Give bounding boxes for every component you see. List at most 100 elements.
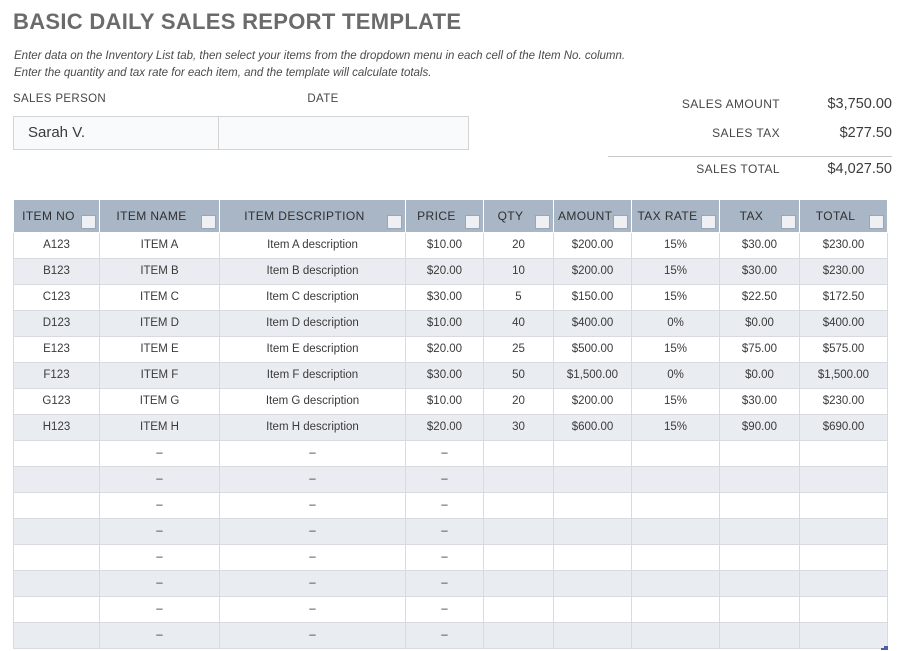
cell-tax[interactable] <box>720 518 800 544</box>
cell-price[interactable]: – <box>406 440 484 466</box>
cell-item-description[interactable]: – <box>220 622 406 648</box>
cell-qty[interactable] <box>484 518 554 544</box>
cell-item-no[interactable]: F123 <box>14 362 100 388</box>
cell-item-description[interactable]: Item B description <box>220 258 406 284</box>
cell-price[interactable]: $20.00 <box>406 414 484 440</box>
cell-total[interactable]: $230.00 <box>800 388 888 414</box>
cell-item-description[interactable]: – <box>220 518 406 544</box>
cell-price[interactable]: – <box>406 518 484 544</box>
cell-item-no[interactable]: E123 <box>14 336 100 362</box>
cell-qty[interactable]: 5 <box>484 284 554 310</box>
cell-item-name[interactable]: – <box>100 570 220 596</box>
cell-item-description[interactable]: Item D description <box>220 310 406 336</box>
cell-item-description[interactable]: – <box>220 544 406 570</box>
cell-qty[interactable]: 30 <box>484 414 554 440</box>
cell-tax-rate[interactable]: 0% <box>632 310 720 336</box>
cell-amount[interactable] <box>554 492 632 518</box>
cell-amount[interactable]: $200.00 <box>554 388 632 414</box>
cell-tax-rate[interactable] <box>632 544 720 570</box>
cell-qty[interactable] <box>484 622 554 648</box>
cell-item-description[interactable]: – <box>220 440 406 466</box>
cell-price[interactable]: – <box>406 570 484 596</box>
cell-qty[interactable]: 10 <box>484 258 554 284</box>
cell-total[interactable] <box>800 492 888 518</box>
cell-tax-rate[interactable]: 15% <box>632 414 720 440</box>
cell-amount[interactable]: $400.00 <box>554 310 632 336</box>
cell-tax[interactable] <box>720 440 800 466</box>
cell-total[interactable]: $1,500.00 <box>800 362 888 388</box>
cell-tax[interactable]: $90.00 <box>720 414 800 440</box>
cell-tax-rate[interactable]: 15% <box>632 232 720 258</box>
filter-chevron-down-icon[interactable] <box>81 215 96 229</box>
cell-item-no[interactable]: A123 <box>14 232 100 258</box>
cell-item-description[interactable]: – <box>220 596 406 622</box>
cell-amount[interactable] <box>554 440 632 466</box>
column-header-tax[interactable]: TAX <box>720 199 800 232</box>
cell-tax-rate[interactable] <box>632 622 720 648</box>
cell-qty[interactable] <box>484 596 554 622</box>
cell-price[interactable]: – <box>406 622 484 648</box>
cell-total[interactable] <box>800 570 888 596</box>
sales-person-input[interactable]: Sarah V. <box>14 117 219 149</box>
cell-item-no[interactable] <box>14 466 100 492</box>
column-header-item-no[interactable]: ITEM NO <box>14 199 100 232</box>
filter-chevron-down-icon[interactable] <box>535 215 550 229</box>
column-header-price[interactable]: PRICE <box>406 199 484 232</box>
cell-item-description[interactable]: – <box>220 570 406 596</box>
cell-item-description[interactable]: Item F description <box>220 362 406 388</box>
column-header-item-name[interactable]: ITEM NAME <box>100 199 220 232</box>
cell-item-description[interactable]: – <box>220 492 406 518</box>
cell-item-description[interactable]: Item H description <box>220 414 406 440</box>
cell-item-name[interactable]: – <box>100 440 220 466</box>
cell-item-no[interactable] <box>14 518 100 544</box>
cell-qty[interactable] <box>484 440 554 466</box>
cell-amount[interactable] <box>554 466 632 492</box>
cell-price[interactable]: – <box>406 466 484 492</box>
cell-item-no[interactable] <box>14 570 100 596</box>
cell-total[interactable]: $690.00 <box>800 414 888 440</box>
column-header-amount[interactable]: AMOUNT <box>554 199 632 232</box>
cell-item-no[interactable] <box>14 440 100 466</box>
cell-qty[interactable]: 20 <box>484 232 554 258</box>
cell-item-description[interactable]: Item G description <box>220 388 406 414</box>
cell-item-no[interactable] <box>14 622 100 648</box>
cell-qty[interactable]: 40 <box>484 310 554 336</box>
cell-tax[interactable] <box>720 596 800 622</box>
cell-tax-rate[interactable]: 0% <box>632 362 720 388</box>
cell-item-name[interactable]: – <box>100 622 220 648</box>
cell-item-no[interactable] <box>14 492 100 518</box>
column-header-total[interactable]: TOTAL <box>800 199 888 232</box>
cell-total[interactable]: $230.00 <box>800 258 888 284</box>
cell-tax[interactable]: $0.00 <box>720 310 800 336</box>
cell-price[interactable]: – <box>406 596 484 622</box>
cell-tax[interactable]: $75.00 <box>720 336 800 362</box>
column-header-tax-rate[interactable]: TAX RATE <box>632 199 720 232</box>
cell-item-description[interactable]: Item E description <box>220 336 406 362</box>
filter-chevron-down-icon[interactable] <box>701 215 716 229</box>
cell-qty[interactable]: 50 <box>484 362 554 388</box>
cell-item-description[interactable]: Item A description <box>220 232 406 258</box>
cell-amount[interactable] <box>554 518 632 544</box>
cell-amount[interactable] <box>554 570 632 596</box>
cell-price[interactable]: $20.00 <box>406 258 484 284</box>
cell-qty[interactable] <box>484 570 554 596</box>
cell-price[interactable]: – <box>406 492 484 518</box>
cell-tax[interactable] <box>720 570 800 596</box>
column-header-item-description[interactable]: ITEM DESCRIPTION <box>220 199 406 232</box>
cell-item-no[interactable]: B123 <box>14 258 100 284</box>
filter-chevron-down-icon[interactable] <box>781 215 796 229</box>
cell-tax[interactable] <box>720 466 800 492</box>
cell-tax[interactable]: $30.00 <box>720 232 800 258</box>
cell-tax[interactable]: $0.00 <box>720 362 800 388</box>
cell-amount[interactable]: $1,500.00 <box>554 362 632 388</box>
cell-price[interactable]: $30.00 <box>406 362 484 388</box>
cell-item-no[interactable]: G123 <box>14 388 100 414</box>
cell-amount[interactable]: $200.00 <box>554 258 632 284</box>
cell-amount[interactable]: $600.00 <box>554 414 632 440</box>
cell-total[interactable]: $172.50 <box>800 284 888 310</box>
cell-item-name[interactable]: ITEM F <box>100 362 220 388</box>
cell-amount[interactable] <box>554 544 632 570</box>
cell-price[interactable]: $10.00 <box>406 388 484 414</box>
cell-amount[interactable] <box>554 622 632 648</box>
cell-total[interactable] <box>800 622 888 648</box>
